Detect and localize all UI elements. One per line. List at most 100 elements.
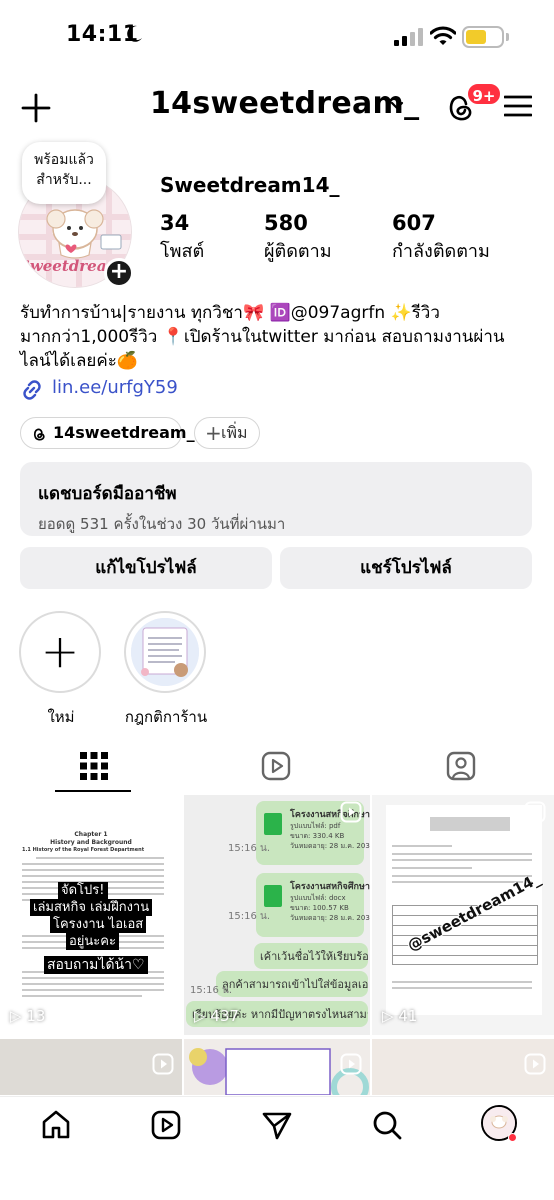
doc-line	[392, 859, 532, 861]
view-count-value: 41	[398, 1007, 418, 1025]
tab-reels[interactable]	[184, 740, 368, 792]
status-bar: 14:11	[0, 0, 554, 72]
overlay-text: อยู่นะคะ	[66, 933, 119, 950]
reels-icon[interactable]	[150, 1109, 182, 1141]
reel-indicator-icon	[152, 801, 174, 823]
doc-line	[392, 845, 452, 847]
message-time: 15:16 น.	[190, 985, 233, 996]
tagged-icon	[446, 751, 476, 781]
post-tile[interactable]: Chapter 1 History and Background 1.1 His…	[0, 795, 182, 1035]
stat-following[interactable]: 607 กำลังติดตาม	[392, 211, 490, 265]
file-icon	[264, 885, 282, 907]
bio: รับทำการบ้าน|รายงาน ทุกวิชา🎀 🆔@097agrfn …	[20, 301, 540, 373]
doc-line	[22, 869, 164, 871]
doc-line	[22, 989, 164, 991]
profile-header: 14sweetdream_ 9+	[0, 80, 554, 136]
doc-heading: History and Background	[50, 839, 132, 846]
highlight-cover	[131, 618, 199, 686]
stat-value: 607	[392, 211, 436, 235]
view-count-value: 437	[210, 1007, 239, 1025]
doc-line	[22, 995, 142, 997]
highlight-label: กฎกติการ้าน	[124, 708, 208, 726]
highlight-new[interactable]: + ใหม่	[19, 611, 103, 729]
view-count: ▷ 13	[10, 1007, 46, 1025]
post-tile[interactable]: โครงงานสหกิจศึกษา รูปแบบไฟล์: pdf ขนาด: …	[184, 795, 370, 1035]
stat-label: กำลังติดตาม	[392, 241, 490, 262]
overlay-text: จัดโปร!	[58, 882, 108, 899]
highlight-cover-image	[131, 618, 199, 686]
stat-followers[interactable]: 580 ผู้ติดตาม	[264, 211, 332, 265]
file-expiry: วันหมดอายุ: 28 ม.ค. 2031	[290, 842, 370, 850]
message-time: 15:16 น.	[228, 911, 271, 922]
home-icon[interactable]	[40, 1109, 72, 1141]
tab-tagged[interactable]	[370, 740, 554, 792]
doc-line	[22, 875, 164, 877]
note-line: สำหรับ...	[36, 172, 92, 188]
edit-profile-button[interactable]: แก้ไขโปรไฟล์	[20, 547, 272, 589]
profile-note-bubble[interactable]: พร้อมแล้ว สำหรับ...	[22, 142, 106, 204]
chat-message: ลูกค้าสามารถเข้าไปใส่ข้อมูลเองได้เลย	[216, 971, 368, 997]
note-line: พร้อมแล้ว	[34, 152, 94, 168]
stat-label: ผู้ติดตาม	[264, 241, 332, 262]
post-tile[interactable]: @sweetdream14_ ▷ 41	[372, 795, 554, 1035]
highlight-shop-rules[interactable]: กฎกติการ้าน	[124, 611, 208, 729]
post-tile[interactable]	[372, 1039, 554, 1095]
send-icon[interactable]	[261, 1109, 293, 1141]
threads-chip-label: 14sweetdream_	[53, 423, 195, 442]
doc-chapter: Chapter 1	[74, 831, 108, 838]
stat-posts[interactable]: 34 โพสต์	[160, 211, 204, 265]
doc-section: 1.1 History of the Royal Forest Departme…	[22, 847, 145, 853]
username-title[interactable]: 14sweetdream_	[150, 86, 419, 121]
link-text[interactable]: lin.ee/urfgY59	[52, 377, 178, 398]
view-count-value: 13	[26, 1007, 46, 1025]
stat-value: 580	[264, 211, 308, 235]
doc-line	[392, 981, 532, 983]
reel-indicator-icon	[340, 1053, 362, 1075]
overlay-text: เล่มสหกิจ เล่มฝึกงาน	[30, 899, 153, 916]
view-count: ▷ 437	[194, 1007, 239, 1025]
threads-icon	[33, 428, 45, 441]
notification-dot	[508, 1133, 517, 1142]
add-story-button[interactable]: +	[104, 258, 134, 288]
plus-icon: +	[40, 624, 80, 678]
file-message-bubble: โครงงานสหกิจศึกษา รูปแบบไฟล์: docx ขนาด:…	[256, 873, 370, 937]
hamburger-menu-icon[interactable]	[504, 94, 532, 118]
signal-icon	[394, 28, 423, 46]
post-tile[interactable]	[0, 1039, 182, 1095]
new-highlight-circle[interactable]: +	[19, 611, 101, 693]
battery-level	[466, 30, 486, 44]
tab-grid[interactable]	[0, 740, 184, 792]
display-name: Sweetdream14_	[160, 173, 340, 197]
doc-line	[392, 987, 532, 989]
stat-label: โพสต์	[160, 241, 205, 262]
notification-badge[interactable]: 9+	[466, 82, 502, 106]
reels-icon	[261, 751, 291, 781]
add-link-chip[interactable]: + เพิ่ม	[194, 417, 260, 449]
file-name: โครงงานสหกิจศึกษา	[290, 882, 370, 892]
bio-line: มากกว่า1,000รีวิว 📍เปิดร้านในtwitter มาก…	[20, 327, 505, 347]
doc-line	[22, 983, 164, 985]
search-icon[interactable]	[371, 1109, 403, 1141]
reel-indicator-icon	[340, 801, 362, 823]
bottom-navigation	[0, 1096, 554, 1200]
file-icon	[264, 813, 282, 835]
grid-icon	[80, 752, 108, 780]
chevron-down-icon[interactable]	[390, 100, 404, 112]
link-icon	[23, 380, 41, 400]
doc-line	[392, 853, 532, 855]
bio-line: รับทำการบ้าน|รายงาน ทุกวิชา🎀 🆔@097agrfn …	[20, 303, 440, 323]
highlight-circle[interactable]	[124, 611, 206, 693]
doc-line	[22, 863, 164, 865]
wifi-icon	[430, 26, 456, 45]
doc-line	[36, 857, 164, 859]
doc-line	[392, 875, 532, 877]
doc-line	[22, 977, 164, 979]
threads-profile-chip[interactable]: 14sweetdream_	[20, 417, 195, 449]
create-plus-icon[interactable]	[20, 92, 52, 124]
reel-indicator-icon	[524, 1053, 546, 1075]
professional-dashboard[interactable]: แดชบอร์ดมืออาชีพ ยอดดู 531 ครั้งในช่วง 3…	[20, 462, 532, 536]
dashboard-title: แดชบอร์ดมืออาชีพ	[38, 484, 177, 504]
form-header-box	[430, 817, 510, 831]
share-profile-button[interactable]: แชร์โปรไฟล์	[280, 547, 532, 589]
post-tile[interactable]	[184, 1039, 370, 1095]
